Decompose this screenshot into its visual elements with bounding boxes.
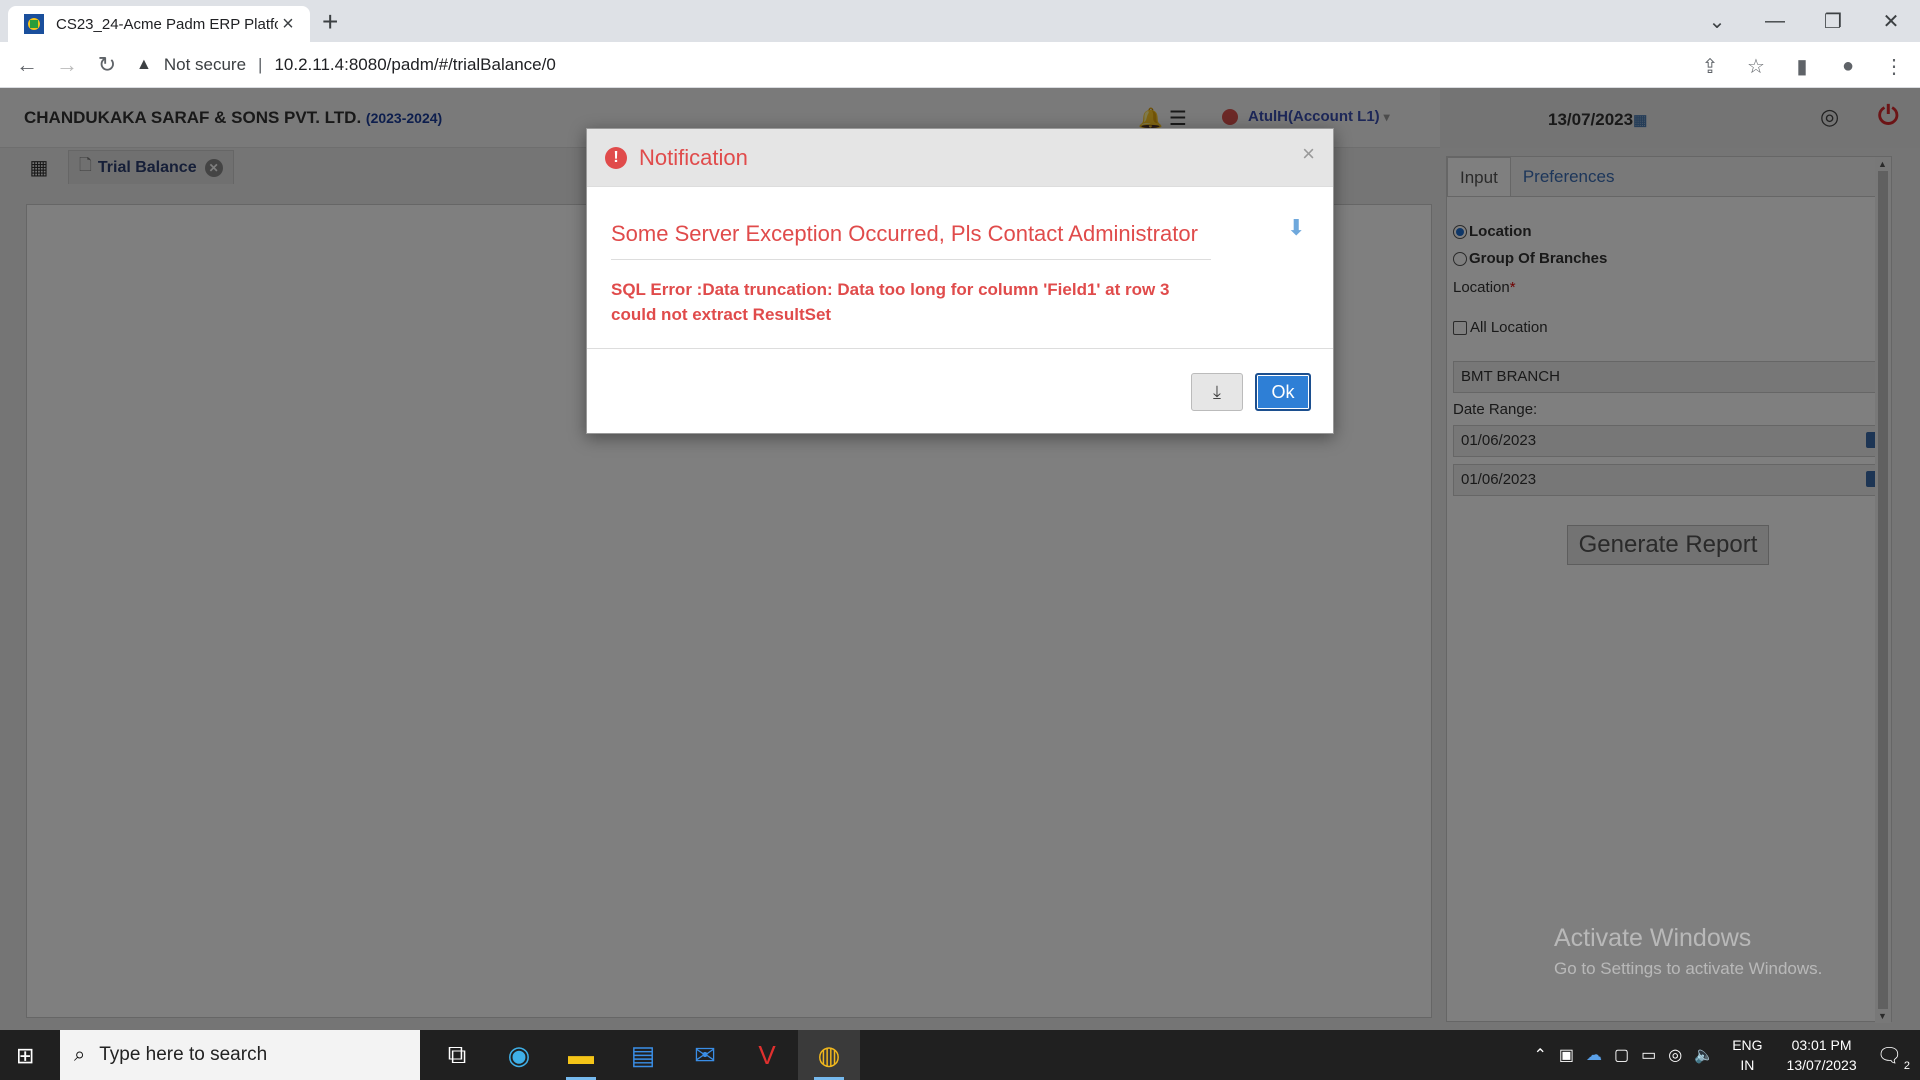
search-icon: ⌕: [74, 1043, 86, 1066]
close-tab-icon[interactable]: ×: [278, 13, 298, 36]
browser-tabbar: CS23_24-Acme Padm ERP Platfor × + ⌄ — ❐ …: [0, 0, 1920, 42]
exception-detail-line: could not extract ResultSet: [611, 305, 832, 324]
browser-menu-icon[interactable]: ⋮: [1880, 52, 1908, 80]
network-globe-icon[interactable]: ◎: [1668, 1045, 1682, 1065]
modal-body: Some Server Exception Occurred, Pls Cont…: [587, 187, 1333, 349]
vivaldi-app-icon[interactable]: V: [736, 1030, 798, 1080]
arrow-down-icon[interactable]: ⬇: [1287, 215, 1305, 241]
bookmark-star-icon[interactable]: ☆: [1742, 52, 1770, 80]
share-icon[interactable]: ⇪: [1696, 52, 1724, 80]
warning-triangle-icon: ▲: [136, 56, 152, 73]
forward-arrow-icon[interactable]: →: [52, 50, 82, 80]
clock-time: 03:01 PM: [1791, 1037, 1852, 1053]
chrome-browser-icon[interactable]: ◍: [798, 1030, 860, 1080]
url-divider: |: [258, 55, 263, 74]
watermark-subtitle: Go to Settings to activate Windows.: [1554, 959, 1823, 978]
url-omnibox[interactable]: ▲ Not secure | 10.2.11.4:8080/padm/#/tri…: [136, 48, 1716, 82]
search-placeholder: Type here to search: [99, 1044, 268, 1065]
notification-center-icon[interactable]: 🗨 2: [1877, 1043, 1910, 1072]
restore-icon[interactable]: ❐: [1804, 0, 1862, 42]
taskbar-clock[interactable]: 03:01 PM 13/07/2023: [1787, 1035, 1857, 1075]
close-icon[interactable]: ×: [1302, 141, 1315, 167]
clock-date: 13/07/2023: [1786, 1057, 1857, 1073]
meet-now-icon[interactable]: ▣: [1559, 1045, 1574, 1065]
taskbar-apps: ⧉ ◉ ▬ ▤ ✉ V ◍: [426, 1030, 860, 1080]
notification-count: 2: [1903, 1059, 1910, 1072]
onedrive-cloud-icon[interactable]: ☁: [1586, 1045, 1602, 1065]
battery-icon[interactable]: ▭: [1641, 1045, 1656, 1065]
browser-tab[interactable]: CS23_24-Acme Padm ERP Platfor ×: [8, 6, 310, 42]
windows-taskbar: ⊞ ⌕ Type here to search ⧉ ◉ ▬ ▤ ✉ V ◍ ⌃ …: [0, 1030, 1920, 1080]
activate-windows-watermark: Activate Windows Go to Settings to activ…: [1554, 924, 1822, 979]
exception-detail: SQL Error :Data truncation: Data too lon…: [611, 277, 1169, 327]
volume-icon[interactable]: 🔈: [1694, 1045, 1714, 1065]
mail-icon[interactable]: ✉: [674, 1030, 736, 1080]
minimize-icon[interactable]: —: [1746, 0, 1804, 42]
file-explorer-icon[interactable]: ▬: [550, 1030, 612, 1080]
system-tray: ⌃ ▣ ☁ ▢ ▭ ◎ 🔈 ENG IN 03:01 PM 13/07/2023…: [1528, 1030, 1920, 1080]
side-panel-icon[interactable]: ▮: [1788, 52, 1816, 80]
back-arrow-icon[interactable]: ←: [12, 50, 42, 80]
task-view-icon[interactable]: ⧉: [426, 1030, 488, 1080]
reload-icon[interactable]: ↻: [92, 50, 122, 80]
download-button[interactable]: ⤓: [1191, 373, 1243, 411]
microsoft-store-icon[interactable]: ▤: [612, 1030, 674, 1080]
modal-header: ! Notification ×: [587, 129, 1333, 187]
browser-tab-title: CS23_24-Acme Padm ERP Platfor: [56, 15, 278, 33]
taskbar-search-input[interactable]: ⌕ Type here to search: [60, 1030, 420, 1080]
watermark-title: Activate Windows: [1554, 924, 1752, 952]
notification-modal: ! Notification × Some Server Exception O…: [586, 128, 1334, 434]
tab-search-chevron-icon[interactable]: ⌄: [1688, 0, 1746, 42]
download-icon: ⤓: [1213, 381, 1221, 402]
browser-addressbar: ← → ↻ ▲ Not secure | 10.2.11.4:8080/padm…: [0, 42, 1920, 88]
device-icon[interactable]: ▢: [1614, 1045, 1629, 1065]
lang-code: ENG: [1732, 1037, 1763, 1053]
region-code: IN: [1740, 1057, 1755, 1073]
ok-button[interactable]: Ok: [1255, 373, 1311, 411]
profile-avatar-icon[interactable]: ●: [1834, 52, 1862, 80]
not-secure-label: Not secure: [163, 55, 247, 74]
new-tab-icon[interactable]: +: [322, 6, 338, 38]
app-favicon-icon: [24, 14, 44, 34]
exception-heading: Some Server Exception Occurred, Pls Cont…: [611, 221, 1211, 260]
window-close-icon[interactable]: ✕: [1862, 0, 1920, 42]
exclamation-circle-icon: !: [605, 146, 627, 169]
edge-browser-icon[interactable]: ◉: [488, 1030, 550, 1080]
modal-title: Notification: [639, 144, 748, 170]
chevron-up-icon[interactable]: ⌃: [1534, 1045, 1547, 1065]
url-text: 10.2.11.4:8080/padm/#/trialBalance/0: [274, 55, 556, 74]
modal-footer: ⤓ Ok: [587, 349, 1333, 433]
language-indicator[interactable]: ENG IN: [1732, 1035, 1762, 1075]
exception-detail-line: SQL Error :Data truncation: Data too lon…: [611, 280, 1170, 299]
windows-start-icon[interactable]: ⊞: [16, 1043, 34, 1069]
